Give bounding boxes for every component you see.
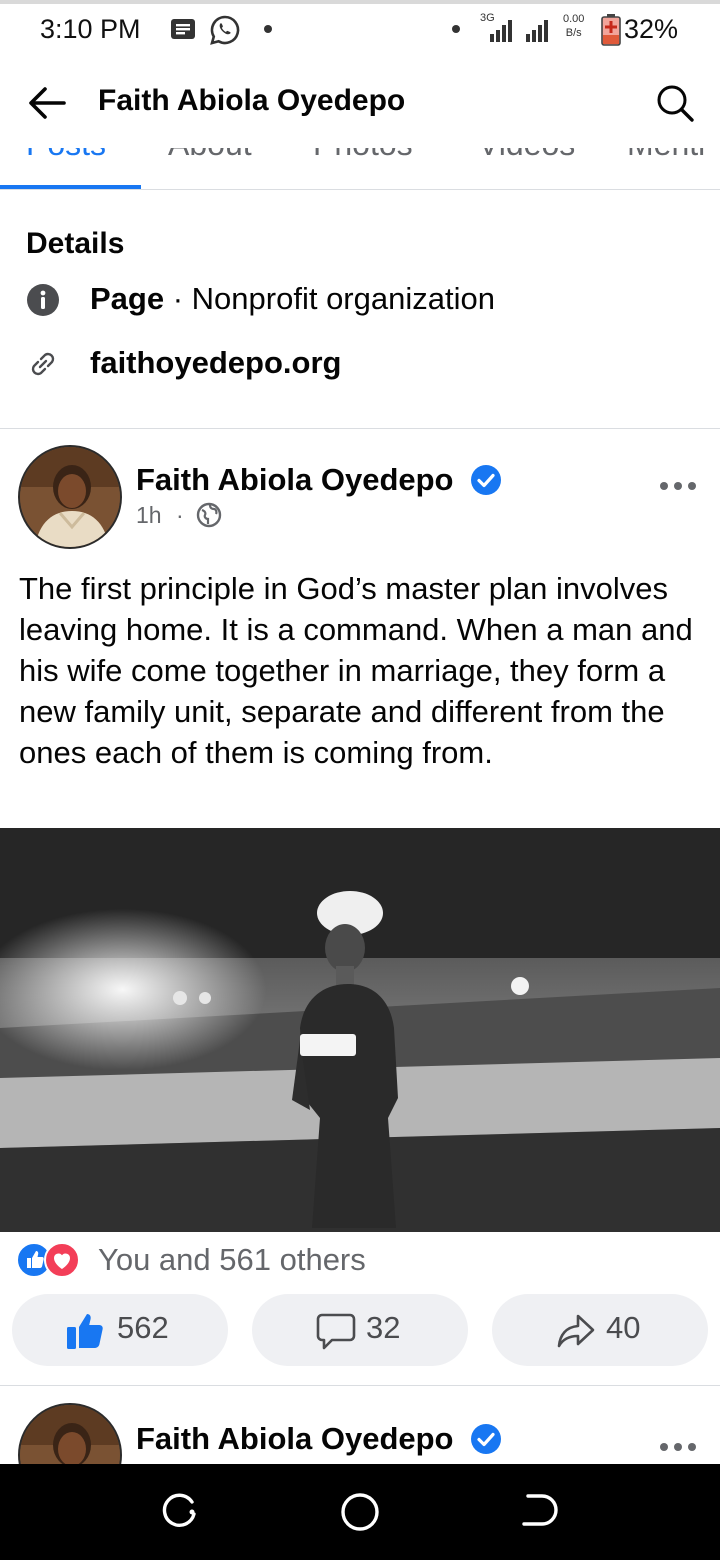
battery-charging-icon: [601, 14, 621, 46]
status-time: 3:10 PM: [40, 14, 141, 44]
post-author-name-next[interactable]: Faith Abiola Oyedepo: [136, 1421, 454, 1457]
home-button-icon[interactable]: [338, 1490, 382, 1534]
message-icon: [171, 19, 195, 39]
author-avatar-next[interactable]: [18, 1403, 122, 1464]
net-speed-value: 0.00: [563, 13, 585, 25]
like-count: 562: [117, 1310, 169, 1345]
love-reaction-icon: [44, 1242, 80, 1278]
feed-post-next: Faith Abiola Oyedepo: [0, 1387, 720, 1464]
author-avatar[interactable]: [18, 445, 122, 549]
comment-button[interactable]: 32: [252, 1294, 468, 1366]
globe-icon: [196, 502, 222, 528]
more-options-icon[interactable]: [658, 478, 698, 494]
verified-badge-icon: [471, 1424, 501, 1454]
comment-icon: [316, 1313, 356, 1350]
status-dot: [452, 25, 460, 33]
tab-about[interactable]: About: [168, 148, 252, 163]
status-bar: 3:10 PM 3G 0.00 B/s 32%: [0, 0, 720, 58]
post-photo[interactable]: [0, 828, 720, 1232]
reactions-count-text: You and 561 others: [98, 1242, 366, 1277]
share-arrow-icon: [557, 1314, 595, 1348]
notification-dot: [264, 25, 272, 33]
tab-mentions[interactable]: Menti: [627, 148, 705, 163]
info-icon: [27, 284, 59, 316]
whatsapp-icon: [210, 15, 240, 45]
page-title: Faith Abiola Oyedepo: [98, 84, 406, 117]
post-meta: 1h ·: [136, 502, 184, 529]
back-nav-icon[interactable]: [518, 1490, 562, 1534]
category-separator: ·: [164, 281, 192, 316]
status-bar-edge: [0, 0, 720, 4]
system-nav-bar: [0, 1464, 720, 1560]
category-value: Nonprofit organization: [191, 281, 495, 316]
comment-count: 32: [366, 1310, 401, 1345]
link-icon: [31, 352, 55, 376]
post-body-text: The first principle in God’s master plan…: [19, 571, 693, 770]
profile-tabs: Posts About Photos Videos Menti: [0, 148, 720, 190]
signal-icon: [490, 20, 548, 42]
tab-videos[interactable]: Videos: [478, 148, 575, 163]
category-label: Page: [90, 281, 165, 316]
active-tab-indicator: [0, 185, 141, 189]
recent-apps-icon[interactable]: [158, 1490, 202, 1534]
back-arrow-icon[interactable]: [24, 80, 70, 126]
post-time: 1h: [136, 502, 162, 528]
share-count: 40: [606, 1310, 641, 1345]
search-icon[interactable]: [652, 80, 698, 126]
like-button[interactable]: 562: [12, 1294, 228, 1366]
net-speed: 0.00 B/s: [563, 12, 584, 40]
website-link[interactable]: faithoyedepo.org: [90, 345, 341, 381]
verified-badge-icon: [471, 465, 501, 495]
tab-posts[interactable]: Posts: [26, 148, 106, 163]
app-header: Faith Abiola Oyedepo: [0, 58, 720, 148]
avatar-image: [20, 447, 120, 547]
battery-percent: 32%: [623, 14, 678, 44]
tab-photos[interactable]: Photos: [313, 148, 413, 163]
meta-separator: ·: [175, 502, 184, 528]
avatar-image-next: [20, 1405, 120, 1464]
thumbs-up-icon: [67, 1314, 103, 1349]
post-author-name[interactable]: Faith Abiola Oyedepo: [136, 462, 454, 498]
post-photo-image: [0, 828, 720, 1232]
details-section: Details Page · Nonprofit organization fa…: [0, 191, 720, 429]
net-speed-unit: B/s: [565, 27, 582, 39]
detail-category-text: Page · Nonprofit organization: [90, 281, 495, 317]
feed-post: Faith Abiola Oyedepo 1h · The first prin…: [0, 430, 720, 1386]
share-button[interactable]: 40: [492, 1294, 708, 1366]
details-heading: Details: [26, 227, 125, 260]
more-options-icon[interactable]: [658, 1439, 698, 1455]
